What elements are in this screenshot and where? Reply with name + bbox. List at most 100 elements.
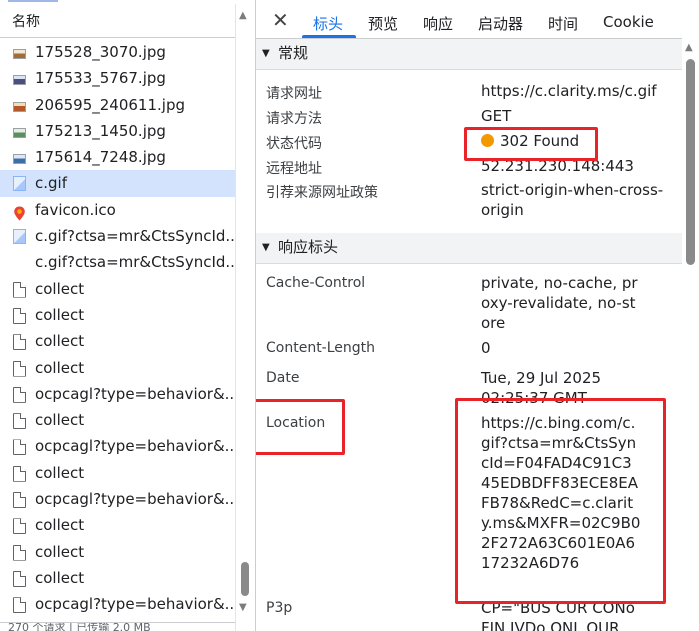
detail-tabbar: ✕ 标头 预览 响应 启动器 时间 Cookie [256,4,699,39]
general-section-header[interactable]: ▼ 常规 [256,39,686,70]
request-row[interactable]: collect [0,276,236,302]
tab-headers[interactable]: 标头 [313,13,343,34]
tab-timing[interactable]: 时间 [548,13,578,34]
document-icon [13,518,26,535]
request-name: 175614_7248.jpg [35,148,166,167]
response-headers-section-header[interactable]: ▼ 响应标头 [256,233,686,264]
request-row[interactable]: 175533_5767.jpg [0,65,236,91]
active-tab-indicator [302,35,356,38]
request-row[interactable]: c.gif?ctsa=mr&CtsSyncId... [0,249,236,275]
tab-preview[interactable]: 预览 [368,13,398,34]
request-details-panel: ✕ 标头 预览 响应 启动器 时间 Cookie ▼ 常规 请求网址 https… [256,0,699,631]
image-icon [13,75,26,86]
request-name: collect [35,542,85,561]
request-row[interactable]: 175614_7248.jpg [0,144,236,170]
request-row[interactable]: collect [0,512,236,538]
scroll-down-icon[interactable]: ▼ [239,602,247,613]
response-headers-section-title: 响应标头 [278,238,339,256]
request-row[interactable]: ocpcagl?type=behavior&... [0,591,236,617]
tab-initiator[interactable]: 启动器 [478,13,523,34]
cache-control-value: private, no-cache, proxy-revalidate, no-… [481,274,638,332]
tab-cookie[interactable]: Cookie [603,13,654,31]
scrollbar-thumb[interactable] [686,59,695,265]
request-name: 175533_5767.jpg [35,69,166,88]
request-list-scrollbar[interactable]: ▲ ▼ [235,4,255,631]
document-icon [13,465,26,482]
request-url-key: 请求网址 [266,86,322,102]
request-row[interactable]: ocpcagl?type=behavior&... [0,433,236,459]
request-name: 175213_1450.jpg [35,121,166,140]
referrer-policy-value: strict-origin-when-cross-origin [481,181,664,219]
location-key-highlight-box [256,399,345,455]
request-name: collect [35,358,85,377]
image-icon [13,127,26,138]
expand-triangle-icon[interactable]: ▼ [262,39,270,68]
document-icon [13,492,26,509]
content-length-value: 0 [481,339,491,357]
request-name: ocpcagl?type=behavior&... [35,437,236,456]
request-name: ocpcagl?type=behavior&... [35,490,236,509]
scroll-up-icon[interactable]: ▲ [239,10,247,21]
request-url-value: https://c.clarity.ms/c.gif [481,82,657,100]
request-row[interactable]: 206595_240611.jpg [0,92,236,118]
location-value-highlight-box [455,398,666,604]
request-row[interactable]: collect [0,355,236,381]
status-highlight-box [464,127,598,161]
footer-text: 270 个请求 | 已传输 2.0 MB [8,622,151,631]
details-scrollbar[interactable]: ▲ [682,38,699,631]
request-name: collect [35,568,85,587]
close-icon[interactable]: ✕ [272,8,289,32]
scroll-up-icon[interactable]: ▲ [685,42,693,53]
request-name: collect [35,411,85,430]
request-row[interactable]: collect [0,302,236,328]
date-key: Date [266,370,300,386]
request-row[interactable]: collect [0,460,236,486]
request-list-panel: 名称 175528_3070.jpg 175533_5767.jpg 206595_… [0,0,256,631]
scrollbar-thumb[interactable] [241,562,249,596]
request-row[interactable]: collect [0,407,236,433]
request-name: collect [35,516,85,535]
request-name: collect [35,463,85,482]
document-icon [13,439,26,456]
status-footer: 270 个请求 | 已传输 2.0 MB [0,622,236,631]
request-method-value: GET [481,107,512,125]
request-row[interactable]: c.gif [0,170,236,197]
request-method-key: 请求方法 [266,111,322,127]
request-name: collect [35,305,85,324]
request-row[interactable]: 175213_1450.jpg [0,118,236,144]
request-name: favicon.ico [35,200,116,219]
request-row[interactable]: collect [0,539,236,565]
request-row[interactable]: 175528_3070.jpg [0,39,236,65]
request-name: 206595_240611.jpg [35,95,185,114]
request-name: c.gif?ctsa=mr&CtsSyncId... [35,253,236,272]
image-icon [13,154,26,165]
request-name: collect [35,279,85,298]
request-row[interactable]: collect [0,565,236,591]
request-row[interactable]: ocpcagl?type=behavior&... [0,486,236,512]
request-name: collect [35,332,85,351]
request-name: c.gif [35,174,67,193]
expand-triangle-icon[interactable]: ▼ [262,233,270,262]
document-icon [13,570,26,587]
name-column-header[interactable]: 名称 [0,4,255,38]
gif-icon [13,229,26,245]
gif-icon [13,176,26,192]
request-row[interactable]: favicon.ico [0,197,236,223]
request-name: ocpcagl?type=behavior&... [35,384,236,403]
image-icon [13,101,26,112]
request-row[interactable]: collect [0,328,236,354]
document-icon [13,360,26,377]
p3p-key: P3p [266,600,293,616]
tab-response[interactable]: 响应 [423,13,453,34]
request-rows: 175528_3070.jpg 175533_5767.jpg 206595_240… [0,39,236,618]
request-row[interactable]: ocpcagl?type=behavior&... [0,381,236,407]
document-icon [13,544,26,561]
status-code-key: 状态代码 [266,136,322,152]
document-icon [13,307,26,324]
image-icon [13,49,26,59]
cache-control-key: Cache-Control [266,275,366,291]
request-name: c.gif?ctsa=mr&CtsSyncId... [35,227,236,246]
request-row[interactable]: c.gif?ctsa=mr&CtsSyncId... [0,223,236,249]
name-column-label: 名称 [12,14,40,30]
request-name: 175528_3070.jpg [35,43,166,61]
